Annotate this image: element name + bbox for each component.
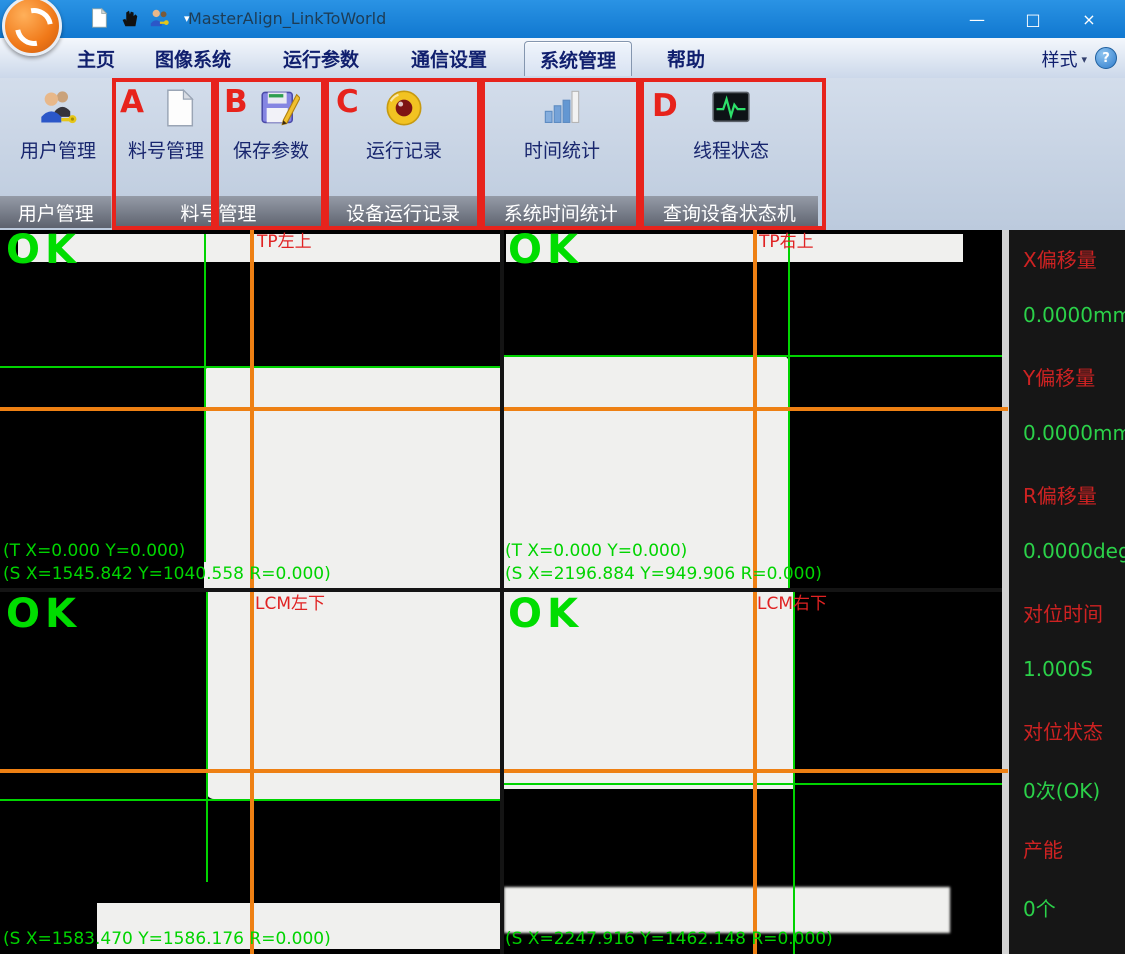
- tl-status-ok: OK: [6, 230, 81, 270]
- stat-label: 对位状态: [1023, 716, 1103, 745]
- minimize-button[interactable]: —: [949, 0, 1005, 38]
- bl-camera-label: LCM左下: [255, 596, 325, 613]
- style-menu-button[interactable]: 样式 ▾: [1041, 46, 1087, 72]
- stat-value: 1.000S: [1023, 657, 1093, 681]
- tr-status-ok: OK: [508, 230, 583, 270]
- br-green-vline: [793, 592, 795, 954]
- close-button[interactable]: ×: [1061, 0, 1117, 38]
- tab-vision[interactable]: 图像系统: [140, 41, 246, 75]
- bl-green-vline: [206, 592, 208, 882]
- annotation-letter-d: D: [652, 88, 678, 124]
- quick-access-toolbar: ▾: [88, 6, 190, 30]
- group-user-management: 用户管理: [0, 196, 111, 228]
- annotation-letter-c: C: [336, 84, 359, 120]
- window-controls: — □ ×: [949, 0, 1117, 38]
- alignment-stats-panel: X偏移量 0.0000mm Y偏移量 0.0000mm R偏移量 0.0000d…: [1009, 230, 1125, 954]
- stat-value: 0个: [1023, 893, 1056, 922]
- button-label: 用户管理: [20, 136, 96, 163]
- tl-green-vline: [204, 234, 206, 562]
- maximize-button[interactable]: □: [1005, 0, 1061, 38]
- tr-green-vline: [788, 234, 790, 588]
- tr-target-coords: (T X=0.000 Y=0.000): [505, 540, 687, 563]
- viewport-br-image-bar: [504, 887, 950, 933]
- tab-runparams[interactable]: 运行参数: [268, 41, 374, 75]
- app-window: ▾ MasterAlign_LinkToWorld — □ × 主页 图像系统 …: [0, 0, 1125, 954]
- top-orange-hline: [0, 407, 1008, 411]
- horizontal-divider: [0, 588, 1002, 592]
- new-document-icon[interactable]: [88, 7, 110, 29]
- user-key-quick-icon[interactable]: [148, 7, 170, 29]
- stat-value: 0.0000mm: [1023, 421, 1125, 445]
- stat-label: R偏移量: [1023, 480, 1097, 509]
- br-camera-label: LCM右下: [757, 596, 827, 613]
- stat-label: 对位时间: [1023, 598, 1103, 627]
- annotation-letter-a: A: [120, 84, 144, 120]
- br-status-ok: OK: [508, 594, 583, 634]
- camera-view-grid: OK TP左上 (T X=0.000 Y=0.000) (S X=1545.84…: [0, 230, 1002, 954]
- stat-label: X偏移量: [1023, 244, 1097, 273]
- logo-swirl-icon: [8, 1, 61, 54]
- help-icon[interactable]: ?: [1095, 47, 1117, 69]
- ribbon-tab-bar: 主页 图像系统 运行参数 通信设置 系统管理 帮助 样式 ▾ ?: [0, 38, 1125, 79]
- stat-label: Y偏移量: [1023, 362, 1095, 391]
- vertical-divider: [500, 230, 504, 954]
- style-menu-label: 样式: [1041, 46, 1077, 72]
- bottom-orange-hline: [0, 769, 1008, 773]
- br-stage-coords: (S X=2247.916 Y=1462.148 R=0.000): [505, 928, 833, 951]
- annotation-letter-b: B: [224, 84, 248, 120]
- bl-stage-coords: (S X=1583.470 Y=1586.176 R=0.000): [3, 928, 331, 951]
- stat-value: 0.0000mm: [1023, 303, 1125, 327]
- left-orange-vline: [250, 230, 254, 954]
- button-user-management[interactable]: 用户管理: [6, 82, 110, 196]
- tab-home[interactable]: 主页: [62, 41, 130, 75]
- tl-stage-coords: (S X=1545.842 Y=1040.558 R=0.000): [3, 563, 331, 586]
- style-caret-icon: ▾: [1081, 53, 1087, 66]
- bl-status-ok: OK: [6, 594, 81, 634]
- tab-comms[interactable]: 通信设置: [396, 41, 502, 75]
- users-key-icon: [38, 88, 78, 128]
- tl-camera-label: TP左上: [257, 234, 312, 251]
- tl-target-coords: (T X=0.000 Y=0.000): [3, 540, 185, 563]
- viewport-tl-panel: [204, 366, 500, 588]
- window-title: MasterAlign_LinkToWorld: [188, 9, 386, 28]
- tr-stage-coords: (S X=2196.884 Y=949.906 R=0.000): [505, 563, 822, 586]
- stats-panel-edge: [1002, 230, 1009, 954]
- stat-label: 产能: [1023, 834, 1063, 863]
- hand-tool-icon[interactable]: [118, 7, 140, 29]
- tr-camera-label: TP右上: [759, 234, 814, 251]
- stat-value: 0.0000deg: [1023, 539, 1125, 563]
- tab-help[interactable]: 帮助: [652, 41, 720, 75]
- annotation-box-mid: [481, 78, 640, 230]
- title-bar: ▾ MasterAlign_LinkToWorld — □ ×: [0, 0, 1125, 38]
- tab-system-admin[interactable]: 系统管理: [524, 41, 632, 76]
- right-orange-vline: [753, 230, 757, 954]
- stat-value: 0次(OK): [1023, 775, 1100, 804]
